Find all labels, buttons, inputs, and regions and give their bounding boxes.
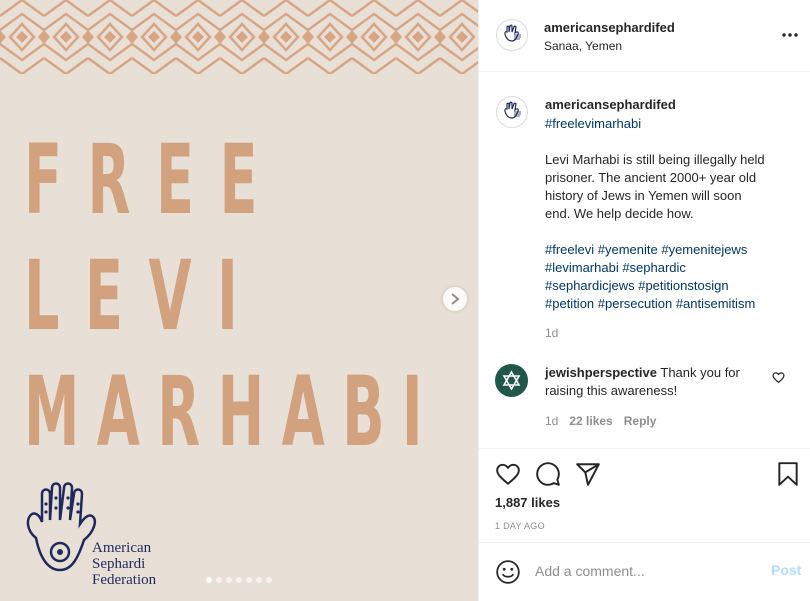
headline-word-marhabi: MARHABI [24, 356, 441, 468]
star-of-david-icon [502, 370, 521, 391]
comment-input[interactable] [535, 557, 755, 585]
comment-item: jewishperspective Thank you for raising … [479, 362, 810, 432]
bookmark-icon[interactable] [775, 461, 801, 487]
carousel-dot [266, 577, 272, 583]
commenter-avatar[interactable] [495, 364, 528, 397]
commenter-username[interactable]: jewishperspective [545, 365, 657, 380]
carousel-dot [216, 577, 222, 583]
carousel-dot [236, 577, 242, 583]
carousel-next-button[interactable] [443, 287, 467, 311]
hamsa-logo-icon [26, 482, 96, 572]
more-options-icon[interactable] [781, 26, 799, 44]
like-heart-icon[interactable] [495, 461, 521, 487]
post-header: americansephardifed Sanaa, Yemen [479, 0, 810, 72]
heart-icon[interactable] [772, 371, 785, 384]
comment-text: jewishperspective Thank you for raising … [545, 364, 765, 400]
chevron-right-icon [451, 293, 460, 305]
caption-line: history of Jews in Yemen will soon [545, 188, 742, 203]
caption-author-avatar[interactable] [496, 96, 528, 128]
post-image[interactable]: FREE LEVI MARHABI American Sephardi Fede… [0, 0, 478, 601]
hamsa-logo-icon [504, 24, 521, 42]
comment-likes[interactable]: 22 likes [569, 414, 612, 428]
comment-timestamp[interactable]: 1d [545, 414, 558, 428]
caption-line: end. We help decide how. [545, 206, 694, 221]
org-name-text: American Sephardi Federation [92, 540, 157, 588]
caption-username[interactable]: americansephardifed [545, 97, 676, 112]
carousel-dot [226, 577, 232, 583]
post-sidebar: americansephardifed Sanaa, Yemen america… [478, 0, 810, 601]
post-location[interactable]: Sanaa, Yemen [544, 39, 622, 53]
caption-hashtags[interactable]: #sephardicjews #petitionstosign [545, 277, 790, 295]
caption-text: #freelevimarhabi Levi Marhabi is still b… [545, 115, 790, 313]
caption-line: prisoner. The ancient 2000+ year old [545, 170, 757, 185]
add-comment-bar: Post [479, 542, 810, 601]
likes-count[interactable]: 1,887 likes [495, 495, 560, 510]
tribal-pattern-decoration [0, 0, 478, 74]
headline-word-levi: LEVI [24, 240, 264, 352]
carousel-dot [206, 577, 212, 583]
author-avatar[interactable] [496, 19, 528, 51]
post-timestamp[interactable]: 1 DAY AGO [495, 521, 545, 531]
caption-hashtags[interactable]: #petition #persecution #antisemitism [545, 295, 790, 313]
emoji-icon[interactable] [495, 559, 521, 585]
post-comment-button[interactable]: Post [771, 562, 801, 578]
comment-bubble-icon[interactable] [535, 461, 561, 487]
caption-line: Levi Marhabi is still being illegally he… [545, 152, 765, 167]
post-actions: 1,887 likes 1 DAY AGO [479, 448, 810, 543]
caption-hashtags[interactable]: #levimarhabi #sephardic [545, 259, 790, 277]
author-username[interactable]: americansephardifed [544, 20, 675, 35]
carousel-indicator [206, 577, 272, 583]
comment-reply-button[interactable]: Reply [624, 414, 657, 428]
hamsa-logo-icon [504, 101, 521, 119]
caption-hashtag[interactable]: #freelevimarhabi [545, 115, 790, 133]
comment-meta: 1d 22 likes Reply [545, 414, 656, 428]
share-send-icon[interactable] [575, 461, 601, 487]
caption-hashtags[interactable]: #freelevi #yemenite #yemenitejews [545, 241, 790, 259]
carousel-dot [246, 577, 252, 583]
headline-word-free: FREE [24, 124, 284, 236]
caption-timestamp[interactable]: 1d [545, 326, 558, 340]
carousel-dot [256, 577, 262, 583]
